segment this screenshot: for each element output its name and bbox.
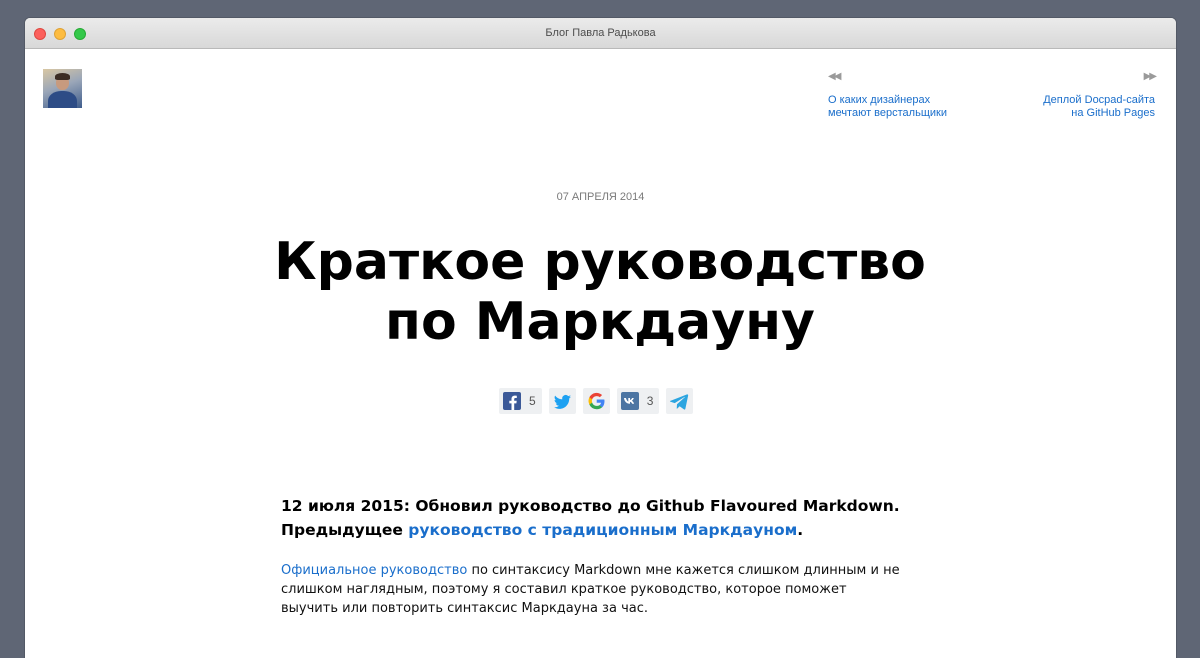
browser-window: Блог Павла Радькова ◀◀ О каких дизайнера…: [25, 18, 1176, 658]
prev-post-line1: О каких дизайнерах: [828, 94, 931, 106]
update-note: 12 июля 2015: Обновил руководство до Git…: [281, 494, 901, 542]
next-post-line1: Деплой Docpad-сайта: [1043, 94, 1155, 106]
update-note-text: 12 июля 2015: Обновил руководство до Git…: [281, 497, 900, 515]
intro-paragraph: Официальное руководство по синтаксису Ma…: [281, 561, 906, 618]
author-avatar[interactable]: [43, 69, 82, 108]
facebook-share-count: 5: [529, 394, 536, 408]
vk-icon: [620, 392, 639, 410]
facebook-share-button[interactable]: 5: [499, 388, 542, 414]
google-icon: [588, 392, 605, 410]
google-share-button[interactable]: [582, 388, 610, 414]
window-title: Блог Павла Радькова: [545, 27, 656, 39]
post-title-line2: по Маркдауну: [385, 292, 815, 352]
next-post-link[interactable]: Деплой Docpad-сайта на GitHub Pages: [1043, 94, 1155, 120]
post-title: Краткое руководство по Маркдауну: [200, 232, 1000, 352]
update-note-prefix: Предыдущее: [281, 521, 409, 539]
twitter-icon: [553, 394, 571, 409]
vk-share-button[interactable]: 3: [616, 388, 660, 414]
next-arrows-icon: ▶▶: [1143, 71, 1157, 82]
official-guide-link[interactable]: Официальное руководство: [281, 563, 467, 578]
post-date: 07 АПРЕЛЯ 2014: [556, 191, 645, 203]
next-post-line2: на GitHub Pages: [1071, 107, 1155, 119]
post-title-line1: Краткое руководство: [274, 232, 926, 292]
prev-arrows-icon: ◀◀: [828, 71, 841, 82]
share-buttons: 5 3: [499, 388, 694, 414]
prev-post-line2: мечтают верстальщики: [828, 107, 947, 119]
facebook-icon: [503, 392, 521, 410]
prev-post-link[interactable]: О каких дизайнерах мечтают верстальщики: [828, 94, 947, 120]
vk-share-count: 3: [646, 394, 654, 408]
twitter-share-button[interactable]: [548, 388, 576, 414]
telegram-share-button[interactable]: [666, 388, 694, 414]
classic-guide-link[interactable]: руководство с традиционным Маркдауном: [408, 521, 797, 539]
telegram-icon: [670, 394, 689, 410]
title-bar: Блог Павла Радькова: [25, 18, 1176, 49]
update-note-suffix: .: [797, 521, 804, 539]
prev-post-nav: ◀◀ О каких дизайнерах мечтают верстальщи…: [828, 70, 947, 120]
next-post-nav: ▶▶ Деплой Docpad-сайта на GitHub Pages: [1043, 70, 1157, 120]
